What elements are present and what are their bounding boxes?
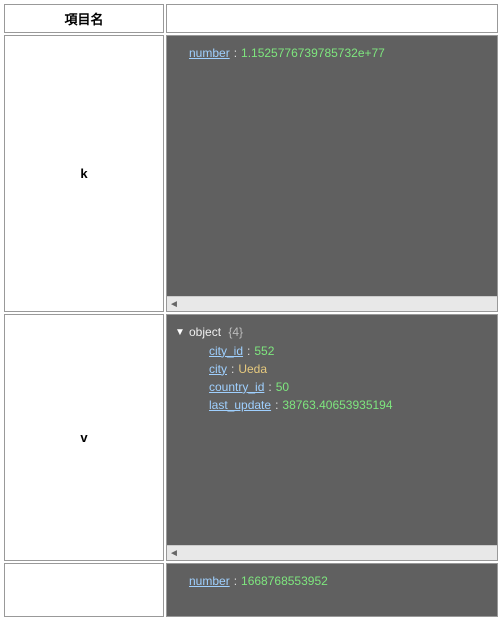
property-value: 1.1525776739785732e+77 <box>241 46 385 60</box>
collapse-toggle-icon[interactable]: ▼ <box>175 324 187 342</box>
tree-node[interactable]: ▼object {4} <box>173 323 491 342</box>
json-viewer[interactable]: number:1668768553952 <box>167 564 497 616</box>
row-value: number:1.1525776739785732e+77 ◄ <box>166 35 498 312</box>
property-key[interactable]: city_id <box>209 344 243 358</box>
property-value: 1668768553952 <box>241 574 328 588</box>
property-key[interactable]: number <box>189 574 230 588</box>
tree-node[interactable]: last_update:38763.40653935194 <box>173 396 491 414</box>
tree-node[interactable]: city_id:552 <box>173 342 491 360</box>
table-row: k number:1.1525776739785732e+77 ◄ <box>4 35 498 312</box>
property-value: Ueda <box>238 362 267 376</box>
tree-node[interactable]: number:1668768553952 <box>173 572 491 590</box>
scroll-left-icon[interactable]: ◄ <box>169 547 179 560</box>
property-key[interactable]: city <box>209 362 227 376</box>
property-key[interactable]: number <box>189 46 230 60</box>
scroll-left-icon[interactable]: ◄ <box>169 298 179 311</box>
json-viewer[interactable]: ▼object {4}city_id:552city:Uedacountry_i… <box>167 315 497 545</box>
tree-node[interactable]: city:Ueda <box>173 360 491 378</box>
property-value: 50 <box>276 380 289 394</box>
type-label: object <box>189 325 221 339</box>
tree-node[interactable]: number:1.1525776739785732e+77 <box>173 44 491 62</box>
horizontal-scrollbar[interactable]: ◄ <box>167 545 497 560</box>
colon: : <box>264 380 275 394</box>
json-viewer[interactable]: number:1.1525776739785732e+77 <box>167 36 497 296</box>
data-table: 項目名 knumber:1.1525776739785732e+77◄v▼obj… <box>2 2 500 619</box>
header-col2 <box>166 4 498 33</box>
colon: : <box>230 574 241 588</box>
colon: : <box>271 398 282 412</box>
row-key <box>4 563 164 617</box>
table-row: v▼object {4}city_id:552city:Uedacountry_… <box>4 314 498 561</box>
row-value: ▼object {4}city_id:552city:Uedacountry_i… <box>166 314 498 561</box>
child-count: {4} <box>221 325 243 339</box>
colon: : <box>243 344 254 358</box>
horizontal-scrollbar[interactable]: ◄ <box>167 296 497 311</box>
colon: : <box>227 362 238 376</box>
property-value: 552 <box>254 344 274 358</box>
colon: : <box>230 46 241 60</box>
property-value: 38763.40653935194 <box>282 398 392 412</box>
row-value: number:1668768553952 <box>166 563 498 617</box>
header-col1: 項目名 <box>4 4 164 33</box>
row-key: v <box>4 314 164 561</box>
row-key: k <box>4 35 164 312</box>
table-row: number:1668768553952 <box>4 563 498 617</box>
property-key[interactable]: last_update <box>209 398 271 412</box>
property-key[interactable]: country_id <box>209 380 264 394</box>
tree-node[interactable]: country_id:50 <box>173 378 491 396</box>
